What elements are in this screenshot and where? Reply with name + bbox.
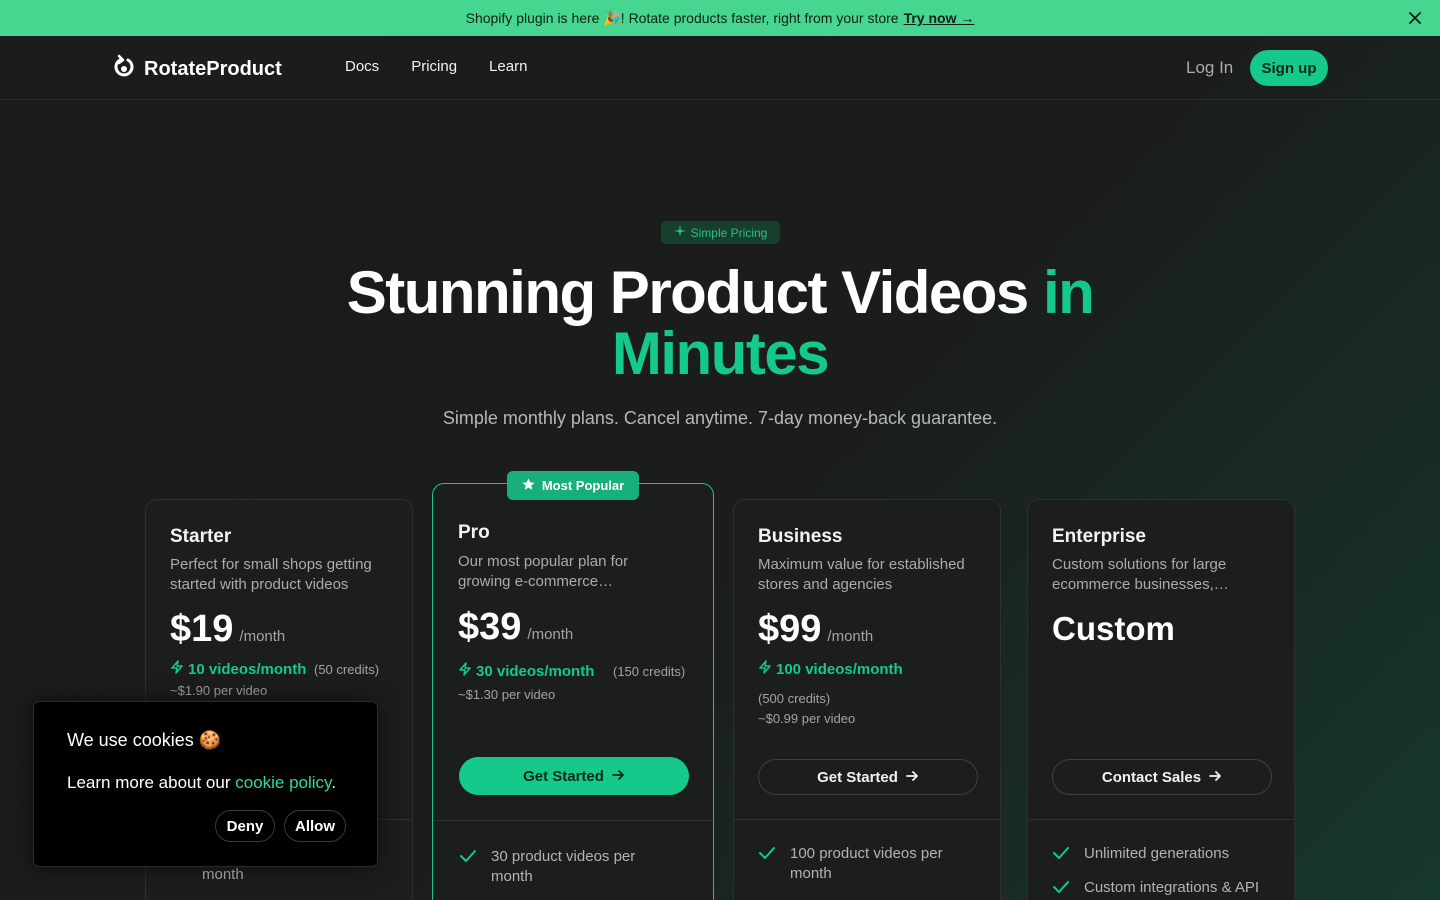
most-popular-badge: Most Popular xyxy=(507,471,639,500)
banner-try-now-link[interactable]: Try now → xyxy=(904,10,975,26)
deny-button[interactable]: Deny xyxy=(215,810,275,842)
plan-credits: (500 credits) xyxy=(758,691,831,706)
feature-item: Custom integrations & API xyxy=(1052,878,1284,900)
price-period: /month xyxy=(239,628,286,645)
cookie-period: . xyxy=(331,773,337,792)
videos-count: 30 videos/month xyxy=(476,662,595,680)
title-green-in: in xyxy=(1042,259,1095,326)
title-green-minutes: Minutes xyxy=(611,320,830,387)
feature-item: month xyxy=(202,865,382,885)
plan-name: Pro xyxy=(458,522,490,543)
price-amount: $39 xyxy=(458,606,522,648)
plan-card-business: Business Maximum value for established s… xyxy=(733,499,1001,900)
page-title: Stunning Product Videos in Minutes xyxy=(290,262,1150,384)
plan-videos: 100 videos/month xyxy=(758,660,903,678)
arrow-right-icon xyxy=(906,769,919,786)
plan-card-enterprise: Enterprise Custom solutions for large ec… xyxy=(1027,499,1295,900)
plan-name: Starter xyxy=(170,526,232,547)
price-period: /month xyxy=(527,626,574,643)
get-started-button-pro[interactable]: Get Started xyxy=(459,757,689,795)
button-label: Contact Sales xyxy=(1101,768,1202,786)
plan-price: Custom xyxy=(1052,610,1175,648)
button-label: Get Started xyxy=(817,768,898,786)
arrow-right-icon xyxy=(612,768,625,785)
check-icon xyxy=(758,844,776,884)
logo[interactable]: RotateProduct xyxy=(112,54,282,85)
cookie-consent-dialog: We use cookies 🍪 Learn more about our co… xyxy=(33,701,378,867)
feature-text: month xyxy=(202,866,244,883)
plan-description: Perfect for small shops getting started … xyxy=(170,556,372,593)
plan-description: Our most popular plan for growing e-comm… xyxy=(458,553,629,590)
title-white: Stunning Product Videos xyxy=(346,259,1030,326)
bolt-icon xyxy=(170,660,184,678)
rotate-logo-icon xyxy=(112,54,136,85)
card-divider xyxy=(734,819,1000,820)
page-subtitle: Simple monthly plans. Cancel anytime. 7-… xyxy=(442,408,998,428)
check-icon xyxy=(1052,878,1070,900)
contact-sales-button[interactable]: Contact Sales xyxy=(1052,759,1272,795)
plan-price: $99 /month xyxy=(758,608,873,651)
plan-credits: (150 credits) xyxy=(613,664,686,679)
plan-per-video: ~$0.99 per video xyxy=(758,711,856,726)
sparkle-icon xyxy=(673,225,686,240)
price-amount: $99 xyxy=(758,608,822,650)
price-amount: $19 xyxy=(170,608,234,650)
plan-videos: 30 videos/month xyxy=(458,662,594,680)
nav-docs[interactable]: Docs xyxy=(345,58,379,75)
get-started-button-business[interactable]: Get Started xyxy=(758,759,978,795)
feature-item: Unlimited generations xyxy=(1052,844,1284,868)
bolt-icon xyxy=(758,660,772,678)
card-divider xyxy=(1028,819,1294,820)
card-divider xyxy=(433,820,713,821)
feature-text: 100 product videos per month xyxy=(790,845,943,882)
plan-videos: 10 videos/month xyxy=(170,660,306,678)
signup-button[interactable]: Sign up xyxy=(1250,50,1328,86)
cookie-text-lead: Learn more about our xyxy=(67,773,231,792)
top-nav: RotateProduct Docs Pricing Learn Log In … xyxy=(0,36,1440,100)
badge-label: Most Popular xyxy=(541,478,625,493)
feature-text: Custom integrations & API xyxy=(1084,879,1260,896)
button-label: Get Started xyxy=(523,767,604,785)
close-icon[interactable] xyxy=(1406,9,1424,27)
plan-per-video: ~$1.90 per video xyxy=(170,683,268,698)
announcement-banner: Shopify plugin is here 🎉! Rotate product… xyxy=(0,0,1440,36)
banner-text: Shopify plugin is here 🎉! Rotate product… xyxy=(465,9,899,26)
feature-text: Unlimited generations xyxy=(1084,845,1230,862)
feature-text: 30 product videos per month xyxy=(491,848,636,885)
plan-name: Business xyxy=(758,526,843,547)
cookie-policy-link[interactable]: cookie policy xyxy=(235,773,331,792)
videos-count: 10 videos/month xyxy=(188,660,307,678)
feature-item: 100 product videos per month xyxy=(758,844,970,884)
feature-item: 30 product videos per month xyxy=(459,847,671,887)
plan-price: $19 /month xyxy=(170,608,285,651)
check-icon xyxy=(459,847,477,887)
logo-text: RotateProduct xyxy=(144,58,282,80)
check-icon xyxy=(1052,844,1070,868)
cookie-title: We use cookies 🍪 xyxy=(67,730,222,750)
arrow-right-icon xyxy=(1209,769,1222,786)
plan-credits: (50 credits) xyxy=(314,662,380,677)
pill-label: Simple Pricing xyxy=(690,225,768,240)
price-amount: Custom xyxy=(1052,610,1175,647)
plan-name: Enterprise xyxy=(1052,526,1146,547)
nav-learn[interactable]: Learn xyxy=(489,58,527,75)
plan-price: $39 /month xyxy=(458,606,573,649)
star-icon xyxy=(522,478,535,494)
plan-per-video: ~$1.30 per video xyxy=(458,687,556,702)
nav-links: Docs Pricing Learn xyxy=(345,58,527,75)
plan-card-pro: Pro Our most popular plan for growing e-… xyxy=(432,483,714,900)
bolt-icon xyxy=(458,662,472,680)
allow-button[interactable]: Allow xyxy=(284,810,346,842)
cookie-text: Learn more about our cookie policy. xyxy=(67,773,336,793)
nav-pricing[interactable]: Pricing xyxy=(411,58,457,75)
plan-description: Maximum value for established stores and… xyxy=(758,556,965,593)
price-period: /month xyxy=(827,628,874,645)
simple-pricing-pill: Simple Pricing xyxy=(661,221,780,244)
videos-count: 100 videos/month xyxy=(776,660,903,678)
login-link[interactable]: Log In xyxy=(1186,58,1233,78)
plan-description: Custom solutions for large ecommerce bus… xyxy=(1052,556,1229,593)
